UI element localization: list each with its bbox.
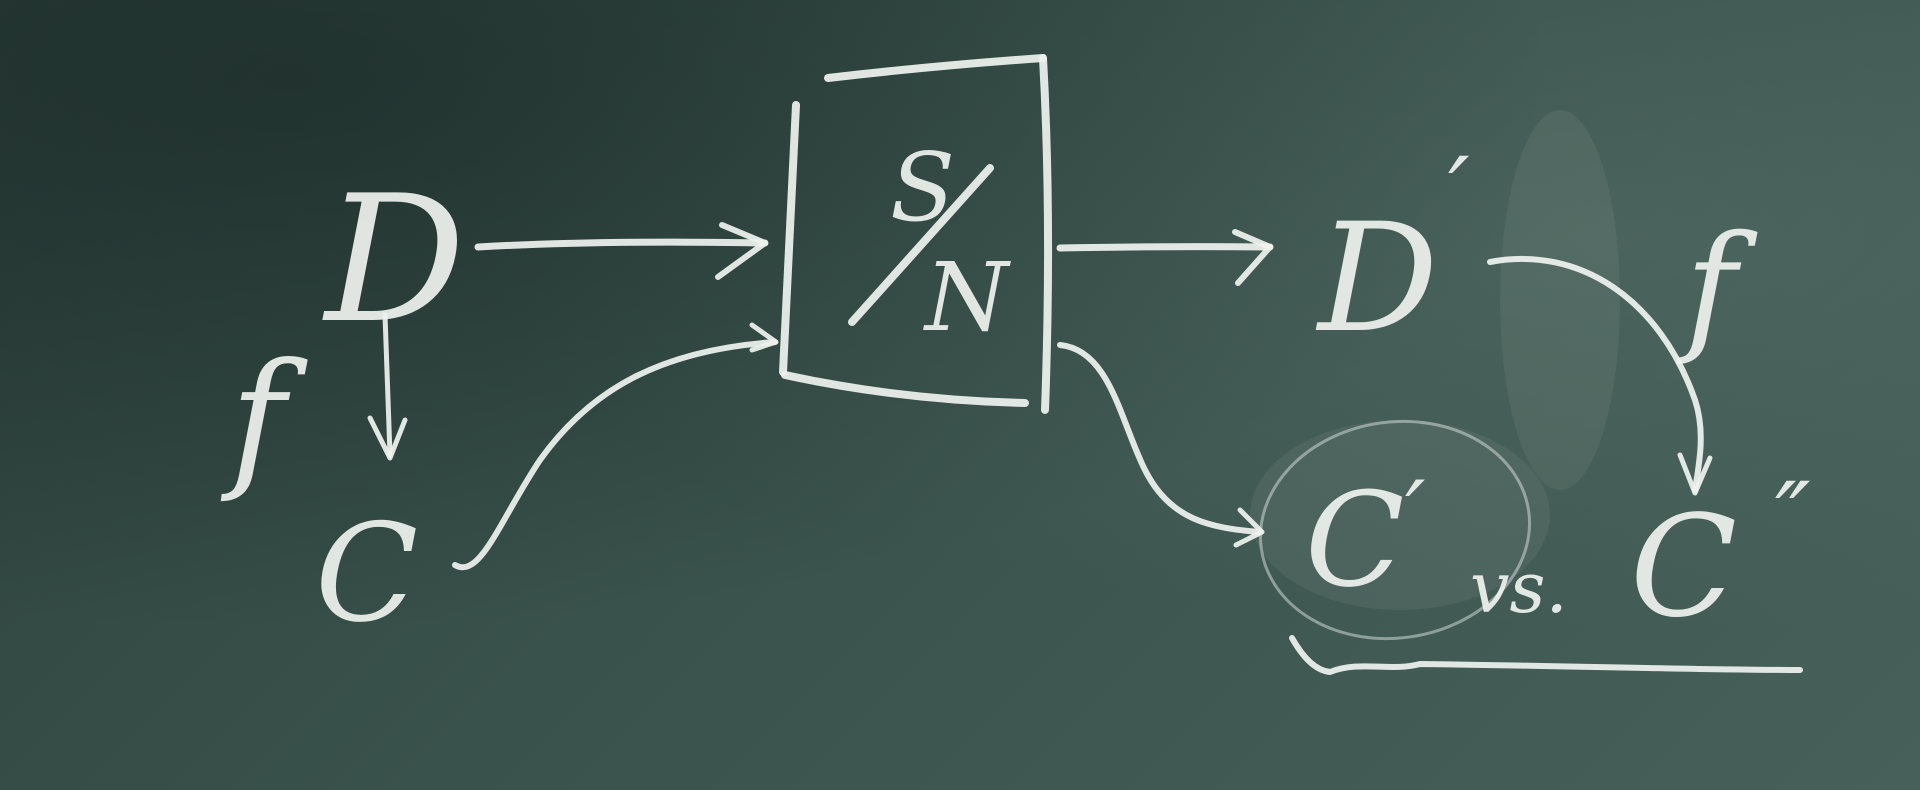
output-d-prime-mark: ′: [1448, 138, 1470, 248]
box-left-edge: [779, 101, 800, 376]
chalk-diagram: D f C S N D ′ f C ′ vs. C ″: [220, 54, 1811, 675]
chalkboard: D f C S N D ′ f C ′ vs. C ″: [0, 0, 1920, 790]
output-c-double-label: C: [1630, 486, 1737, 649]
output-c-double-prime-mark: ″: [1775, 463, 1811, 573]
arrow-d-to-box: [474, 238, 769, 251]
output-c-label: C: [1305, 464, 1404, 616]
input-c-label: C: [315, 495, 418, 652]
arrow-box-to-cprime: [1057, 342, 1263, 535]
input-d-label: D: [322, 159, 465, 362]
arrow-d-to-box-head: [715, 222, 768, 280]
box-top-edge: [824, 54, 1047, 82]
output-d-label: D: [1315, 192, 1438, 366]
output-c-prime-mark: ′: [1405, 462, 1425, 567]
arrow-c-to-box-head: [749, 322, 779, 353]
arrow-box-to-dprime-head: [1232, 229, 1273, 286]
arrow-box-to-dprime: [1056, 243, 1274, 252]
eraser-smudge: [1500, 110, 1620, 490]
noise-label: N: [923, 243, 1011, 353]
box-bottom-edge: [781, 371, 1029, 407]
box-right-edge: [1039, 54, 1053, 414]
versus-label: vs.: [1470, 547, 1568, 629]
signal-label: S: [890, 133, 955, 243]
mapping-f-right: f: [1676, 206, 1758, 369]
arrow-c-to-box: [452, 339, 778, 571]
mapping-f-left: f: [220, 332, 308, 506]
